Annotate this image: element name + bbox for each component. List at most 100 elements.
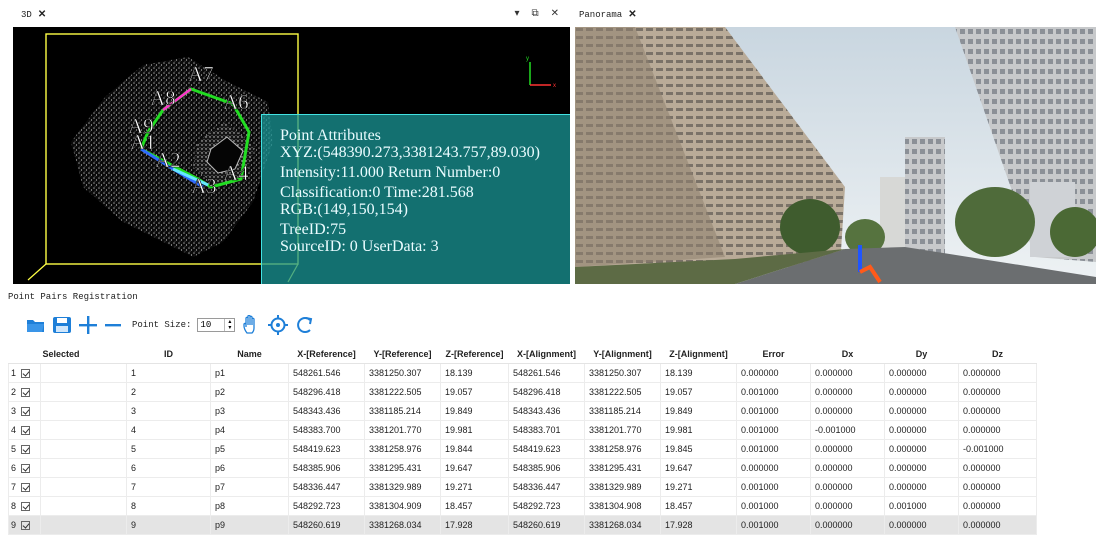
cell-dy[interactable]: 0.000000 <box>884 439 959 459</box>
cell-name[interactable]: p6 <box>210 458 289 478</box>
cell-z-alignment[interactable]: 19.057 <box>660 382 737 402</box>
tab-panorama-close-icon[interactable]: ✕ <box>628 9 636 21</box>
cell-selected[interactable] <box>40 363 127 383</box>
cell-y-alignment[interactable]: 3381295.431 <box>584 458 661 478</box>
cell-selected[interactable] <box>40 496 127 516</box>
selected-checkbox[interactable] <box>21 464 30 474</box>
cell-y-alignment[interactable]: 3381185.214 <box>584 401 661 421</box>
cell-x-alignment[interactable]: 548419.623 <box>508 439 585 459</box>
table-row[interactable]: 6 6 p6 548385.906 3381295.431 19.647 548385.90… <box>8 458 1037 478</box>
row-selector[interactable]: 4 <box>8 420 41 440</box>
cell-x-alignment[interactable]: 548336.447 <box>508 477 585 497</box>
cell-name[interactable]: p4 <box>210 420 289 440</box>
tab-3d[interactable]: 3D ✕ <box>21 9 46 21</box>
cell-z-reference[interactable]: 18.139 <box>440 363 509 383</box>
folder-open-icon[interactable] <box>26 317 46 333</box>
cell-z-alignment[interactable]: 19.845 <box>660 439 737 459</box>
cell-x-reference[interactable]: 548419.623 <box>288 439 365 459</box>
cell-dy[interactable]: 0.000000 <box>884 401 959 421</box>
cell-id[interactable]: 5 <box>126 439 211 459</box>
cell-selected[interactable] <box>40 458 127 478</box>
selected-checkbox[interactable] <box>21 388 30 398</box>
cell-dy[interactable]: 0.000000 <box>884 420 959 440</box>
cell-x-alignment[interactable]: 548343.436 <box>508 401 585 421</box>
crosshair-icon[interactable] <box>267 314 289 336</box>
cell-y-alignment[interactable]: 3381304.908 <box>584 496 661 516</box>
col-header-dz[interactable]: Dz <box>958 344 1037 364</box>
add-icon[interactable] <box>78 315 98 335</box>
cell-id[interactable]: 6 <box>126 458 211 478</box>
cell-dx[interactable]: 0.000000 <box>810 363 885 383</box>
row-selector[interactable]: 1 <box>8 363 41 383</box>
cell-x-reference[interactable]: 548343.436 <box>288 401 365 421</box>
cell-dz[interactable]: -0.001000 <box>958 439 1037 459</box>
cell-error[interactable]: 0.001000 <box>736 401 811 421</box>
cell-selected[interactable] <box>40 401 127 421</box>
cell-dz[interactable]: 0.000000 <box>958 382 1037 402</box>
cell-dx[interactable]: 0.000000 <box>810 401 885 421</box>
cell-dx[interactable]: 0.000000 <box>810 496 885 516</box>
tab-panorama[interactable]: Panorama ✕ <box>579 9 637 21</box>
cell-dx[interactable]: 0.000000 <box>810 477 885 497</box>
cell-id[interactable]: 2 <box>126 382 211 402</box>
cell-x-reference[interactable]: 548383.700 <box>288 420 365 440</box>
cell-id[interactable]: 1 <box>126 363 211 383</box>
point-size-value[interactable]: 10 <box>200 320 211 330</box>
cell-y-reference[interactable]: 3381304.909 <box>364 496 441 516</box>
cell-selected[interactable] <box>40 420 127 440</box>
cell-name[interactable]: p7 <box>210 477 289 497</box>
cell-z-reference[interactable]: 18.457 <box>440 496 509 516</box>
cell-y-alignment[interactable]: 3381222.505 <box>584 382 661 402</box>
cell-id[interactable]: 4 <box>126 420 211 440</box>
cell-y-alignment[interactable]: 3381258.976 <box>584 439 661 459</box>
cell-dy[interactable]: 0.000000 <box>884 458 959 478</box>
cell-dx[interactable]: -0.001000 <box>810 420 885 440</box>
cell-dx[interactable]: 0.000000 <box>810 382 885 402</box>
cell-name[interactable]: p2 <box>210 382 289 402</box>
cell-dy[interactable]: 0.000000 <box>884 477 959 497</box>
cell-y-reference[interactable]: 3381222.505 <box>364 382 441 402</box>
cell-dz[interactable]: 0.000000 <box>958 363 1037 383</box>
save-icon[interactable] <box>52 316 72 334</box>
cell-id[interactable]: 7 <box>126 477 211 497</box>
col-header-name[interactable]: Name <box>210 344 289 364</box>
tab-3d-close-icon[interactable]: ✕ <box>38 9 46 21</box>
cell-name[interactable]: p1 <box>210 363 289 383</box>
cell-error[interactable]: 0.001000 <box>736 439 811 459</box>
cell-z-reference[interactable]: 19.647 <box>440 458 509 478</box>
cell-y-alignment[interactable]: 3381201.770 <box>584 420 661 440</box>
cell-y-reference[interactable]: 3381258.976 <box>364 439 441 459</box>
cell-name[interactable]: p8 <box>210 496 289 516</box>
cell-x-alignment[interactable]: 548261.546 <box>508 363 585 383</box>
cell-id[interactable]: 8 <box>126 496 211 516</box>
cell-y-reference[interactable]: 3381250.307 <box>364 363 441 383</box>
selected-checkbox[interactable] <box>21 426 30 436</box>
point-cloud-viewport[interactable]: A7 A8 A6 A9 A1 A2 A3 A4 y x Point Attrib… <box>13 27 570 284</box>
col-header-id[interactable]: ID <box>126 344 211 364</box>
cell-z-reference[interactable]: 19.844 <box>440 439 509 459</box>
cell-error[interactable]: 0.001000 <box>736 382 811 402</box>
col-header-y-reference[interactable]: Y-[Reference] <box>364 344 441 364</box>
cell-dz[interactable]: 0.000000 <box>958 477 1037 497</box>
cell-y-reference[interactable]: 3381295.431 <box>364 458 441 478</box>
row-selector[interactable]: 3 <box>8 401 41 421</box>
cell-id[interactable]: 3 <box>126 401 211 421</box>
cell-dz[interactable]: 0.000000 <box>958 458 1037 478</box>
col-header-y-alignment[interactable]: Y-[Alignment] <box>584 344 661 364</box>
selected-checkbox[interactable] <box>21 445 30 455</box>
col-header-z-alignment[interactable]: Z-[Alignment] <box>660 344 737 364</box>
cell-dx[interactable]: 0.000000 <box>810 458 885 478</box>
col-header-dy[interactable]: Dy <box>884 344 959 364</box>
table-row[interactable]: 4 4 p4 548383.700 3381201.770 19.981 548383.70… <box>8 420 1037 440</box>
row-selector[interactable]: 2 <box>8 382 41 402</box>
table-row[interactable]: 5 5 p5 548419.623 3381258.976 19.844 548419.62… <box>8 439 1037 459</box>
cell-x-reference[interactable]: 548261.546 <box>288 363 365 383</box>
cell-z-reference[interactable]: 19.057 <box>440 382 509 402</box>
cell-dz[interactable]: 0.000000 <box>958 420 1037 440</box>
cell-z-alignment[interactable]: 19.849 <box>660 401 737 421</box>
selected-checkbox[interactable] <box>21 502 30 512</box>
cell-z-alignment[interactable]: 19.647 <box>660 458 737 478</box>
remove-icon[interactable] <box>104 315 122 335</box>
cell-selected[interactable] <box>40 477 127 497</box>
col-header-x-reference[interactable]: X-[Reference] <box>288 344 365 364</box>
